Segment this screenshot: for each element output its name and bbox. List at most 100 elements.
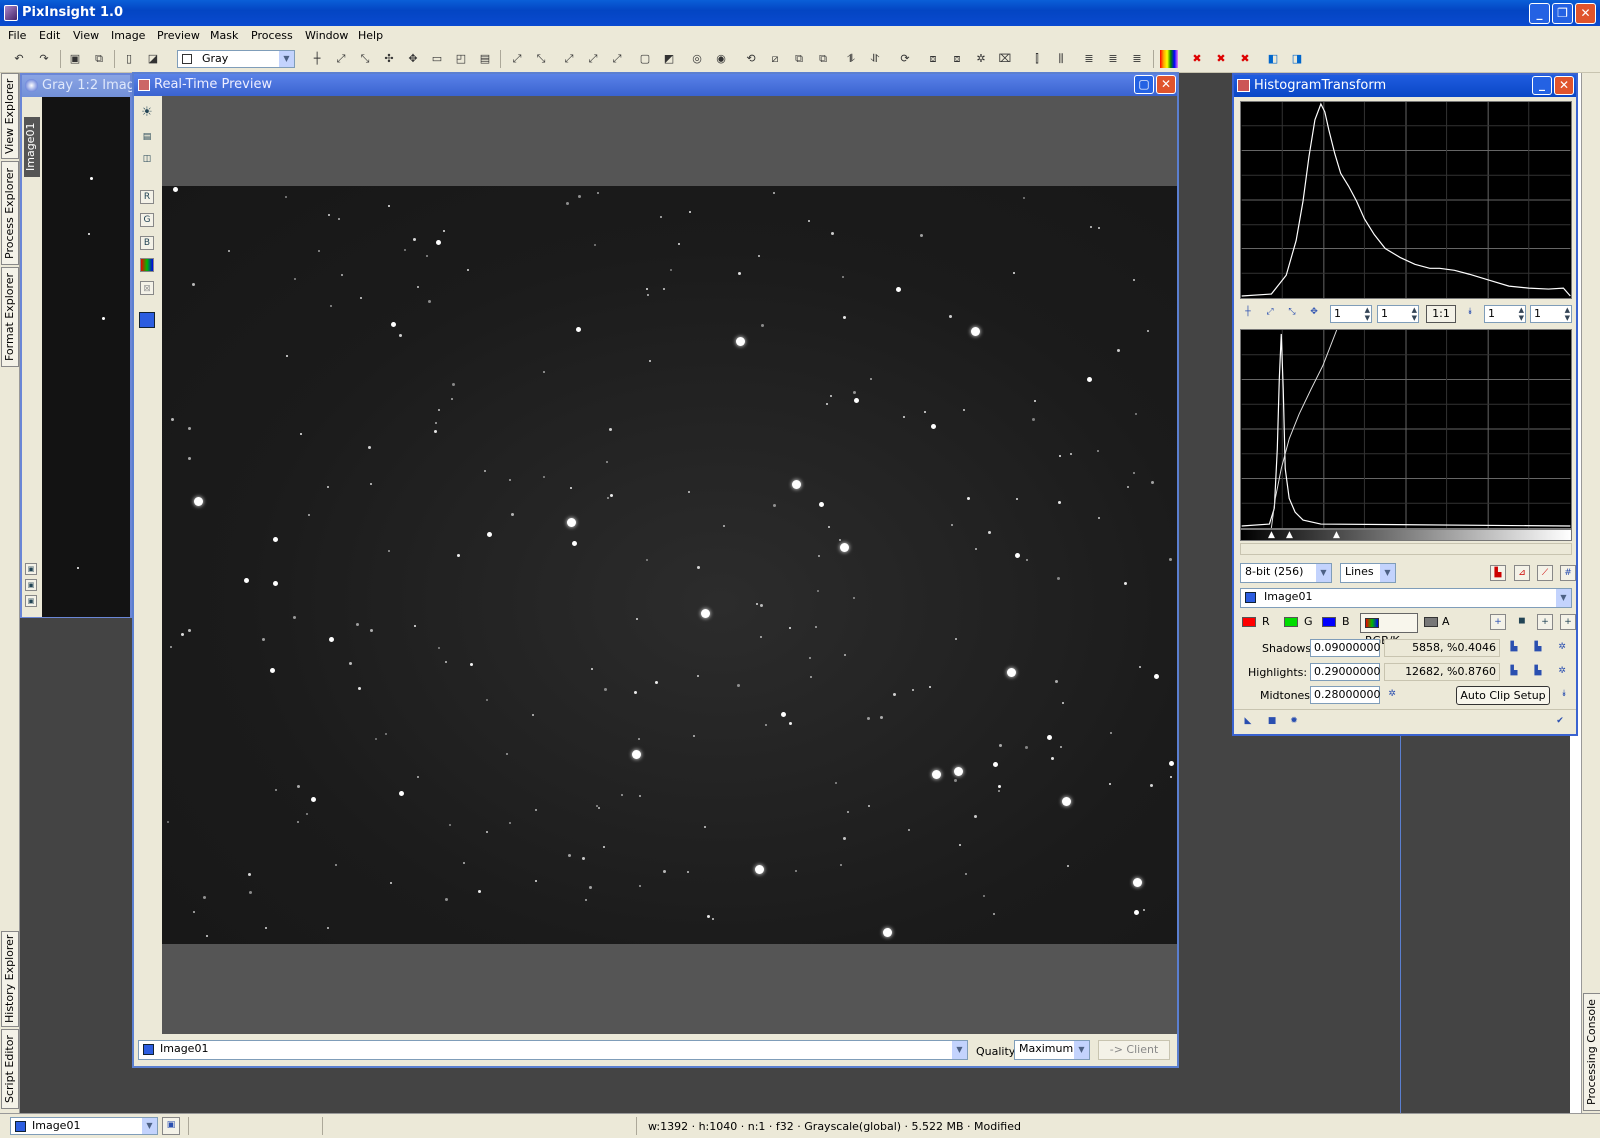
reset-channel-icon[interactable]: +: [1490, 614, 1506, 630]
histogram-view-select[interactable]: Image01 ▼: [1240, 588, 1572, 608]
show-grid-icon[interactable]: #: [1560, 565, 1576, 581]
channel-rgbk-toggle[interactable]: RGB/K: [1360, 613, 1418, 647]
histogram-resolution-select[interactable]: 8-bit (256) ▼: [1240, 563, 1332, 583]
add-channel-icon[interactable]: +: [1537, 614, 1553, 630]
highlights-reset-icon[interactable]: ✲: [1554, 664, 1570, 680]
menu-process[interactable]: Process: [251, 29, 293, 42]
menu-preview[interactable]: Preview: [157, 29, 200, 42]
center-icon[interactable]: ◎: [688, 50, 706, 68]
new-document-icon[interactable]: ▯: [120, 50, 138, 68]
zoom-fit-icon[interactable]: ⤢: [1262, 305, 1278, 321]
image-canvas[interactable]: [42, 97, 130, 617]
stats-b-icon[interactable]: ≣: [1104, 50, 1122, 68]
output-slider-bar[interactable]: [1240, 543, 1572, 555]
zoom-ratio-button[interactable]: 1:1: [1426, 305, 1456, 323]
menu-image[interactable]: Image: [111, 29, 145, 42]
color-spectrum-icon[interactable]: [1160, 50, 1178, 68]
clone-icon[interactable]: ⧉: [90, 50, 108, 68]
pan-icon[interactable]: ✥: [1306, 305, 1322, 321]
channel-r-button[interactable]: R: [140, 190, 154, 204]
auto-clip-setup-button[interactable]: Auto Clip Setup: [1456, 686, 1550, 705]
shadows-slider-handle[interactable]: ▲: [1268, 530, 1275, 540]
levels-icon[interactable]: ⫼: [1052, 50, 1070, 68]
dynamic-crop-icon[interactable]: ▤: [476, 50, 494, 68]
zoom-1-2-icon[interactable]: ⤢: [560, 50, 578, 68]
tool-b-icon[interactable]: ⧉: [790, 50, 808, 68]
menu-window[interactable]: Window: [305, 29, 348, 42]
vertical-zoom-2-spinbox[interactable]: 1 ▲ ▼: [1530, 305, 1572, 323]
zoom-1-3-icon[interactable]: ⤢: [584, 50, 602, 68]
tab-script-editor[interactable]: Script Editor: [1, 1029, 19, 1109]
undo-icon[interactable]: ↶: [10, 50, 28, 68]
mask-view-icon[interactable]: ▣: [25, 563, 37, 575]
expand-arrows-icon[interactable]: ⯯: [1462, 305, 1478, 321]
histogram-minimize-button[interactable]: _: [1532, 76, 1552, 95]
pan-icon[interactable]: ✥: [404, 50, 422, 68]
preview-close-button[interactable]: ✕: [1156, 75, 1176, 94]
channel-rgb-icon[interactable]: [140, 258, 154, 272]
vertical-zoom-spinbox[interactable]: 1 ▲ ▼: [1377, 305, 1419, 323]
mirror-v-icon[interactable]: ⥯: [866, 50, 884, 68]
spin-arrows-icon[interactable]: ▲ ▼: [1365, 306, 1370, 322]
tab-process-explorer[interactable]: Process Explorer: [1, 161, 19, 265]
stats-c-icon[interactable]: ≣: [1128, 50, 1146, 68]
integer-resample-icon[interactable]: ⧈: [948, 50, 966, 68]
preview-view-icon[interactable]: ▣: [25, 579, 37, 591]
set-black-icon[interactable]: ◼: [1514, 614, 1530, 630]
output-histogram-graph[interactable]: [1240, 329, 1572, 529]
star-field-image[interactable]: [162, 186, 1177, 944]
shadows-auto-all-icon[interactable]: ▙: [1530, 640, 1546, 656]
horizontal-zoom-spinbox[interactable]: 1 ▲ ▼: [1330, 305, 1372, 323]
rotate-90-icon[interactable]: ⟳: [896, 50, 914, 68]
midtones-input[interactable]: 0.28000000: [1310, 686, 1380, 704]
new-instance-icon[interactable]: ◣: [1240, 714, 1256, 730]
spin-arrows-icon[interactable]: ▲ ▼: [1565, 306, 1570, 322]
menu-file[interactable]: File: [8, 29, 26, 42]
new-preview-icon[interactable]: ▭: [428, 50, 446, 68]
channel-r-toggle[interactable]: R: [1242, 615, 1278, 633]
status-view-select[interactable]: Image01 ▼: [10, 1117, 158, 1135]
spin-arrows-icon[interactable]: ▲ ▼: [1412, 306, 1417, 322]
menu-help[interactable]: Help: [358, 29, 383, 42]
tool-c-icon[interactable]: ⧉: [814, 50, 832, 68]
highlights-auto-all-icon[interactable]: ▙: [1530, 664, 1546, 680]
zoom-out-icon[interactable]: ✣: [380, 50, 398, 68]
channel-g-toggle[interactable]: G: [1284, 615, 1320, 633]
window-fit-icon[interactable]: ▢: [636, 50, 654, 68]
star-mask-icon[interactable]: ✲: [972, 50, 990, 68]
channel-b-button[interactable]: B: [140, 236, 154, 250]
edit-preview-icon[interactable]: ◰: [452, 50, 470, 68]
horizontal-zoom-2-spinbox[interactable]: 1 ▲ ▼: [1484, 305, 1526, 323]
histogram-transform-panel[interactable]: HistogramTransform _ ✕ ┼ ⤢ ⤡ ✥ 1 ▲ ▼ 1 ▲ ▼ 1…: [1232, 73, 1578, 736]
cosmetic-icon[interactable]: ⌧: [996, 50, 1014, 68]
highlights-slider-handle[interactable]: ▲: [1333, 530, 1340, 540]
view-select-icon[interactable]: [139, 312, 155, 328]
close-button[interactable]: ✕: [1575, 3, 1596, 24]
graph-style-select[interactable]: Lines ▼: [1340, 563, 1396, 583]
image-side-tab[interactable]: Image01 ▣ ▣ ▣: [22, 97, 42, 617]
image-window-titlebar[interactable]: Gray 1:2 Image01: [22, 75, 160, 97]
zoom-fit-icon[interactable]: ⤢: [332, 50, 350, 68]
tab-history-explorer[interactable]: History Explorer: [1, 931, 19, 1027]
tab-format-explorer[interactable]: Format Explorer: [1, 267, 19, 367]
invert-icon[interactable]: ◪: [144, 50, 162, 68]
channel-b-toggle[interactable]: B: [1322, 615, 1358, 633]
readout-icon[interactable]: ┼: [308, 50, 326, 68]
zoom-in-icon[interactable]: ⤡: [1284, 305, 1300, 321]
gradient-slider-bar[interactable]: ▲ ▲ ▲: [1240, 529, 1572, 541]
real-time-preview-icon[interactable]: ✹: [1286, 714, 1302, 730]
stats-a-icon[interactable]: ≣: [1080, 50, 1098, 68]
identifier-icon[interactable]: ▣: [66, 50, 84, 68]
readout-icon[interactable]: ┼: [1240, 305, 1256, 321]
menu-view[interactable]: View: [73, 29, 99, 42]
preview-view-select[interactable]: Image01 ▼: [138, 1040, 968, 1060]
histogram-titlebar[interactable]: HistogramTransform _ ✕: [1234, 75, 1576, 97]
brightness-icon[interactable]: ☀: [139, 106, 155, 122]
zoom-1-1-icon[interactable]: ⤡: [532, 50, 550, 68]
redo-icon[interactable]: ↷: [35, 50, 53, 68]
channel-alpha-icon[interactable]: ⊠: [140, 281, 154, 295]
image-window[interactable]: Gray 1:2 Image01 Image01 ▣ ▣ ▣: [20, 73, 160, 618]
mask-show-icon[interactable]: ✖: [1236, 50, 1254, 68]
proofing-icon[interactable]: ◨: [1288, 50, 1306, 68]
tab-view-explorer[interactable]: View Explorer: [1, 73, 19, 159]
